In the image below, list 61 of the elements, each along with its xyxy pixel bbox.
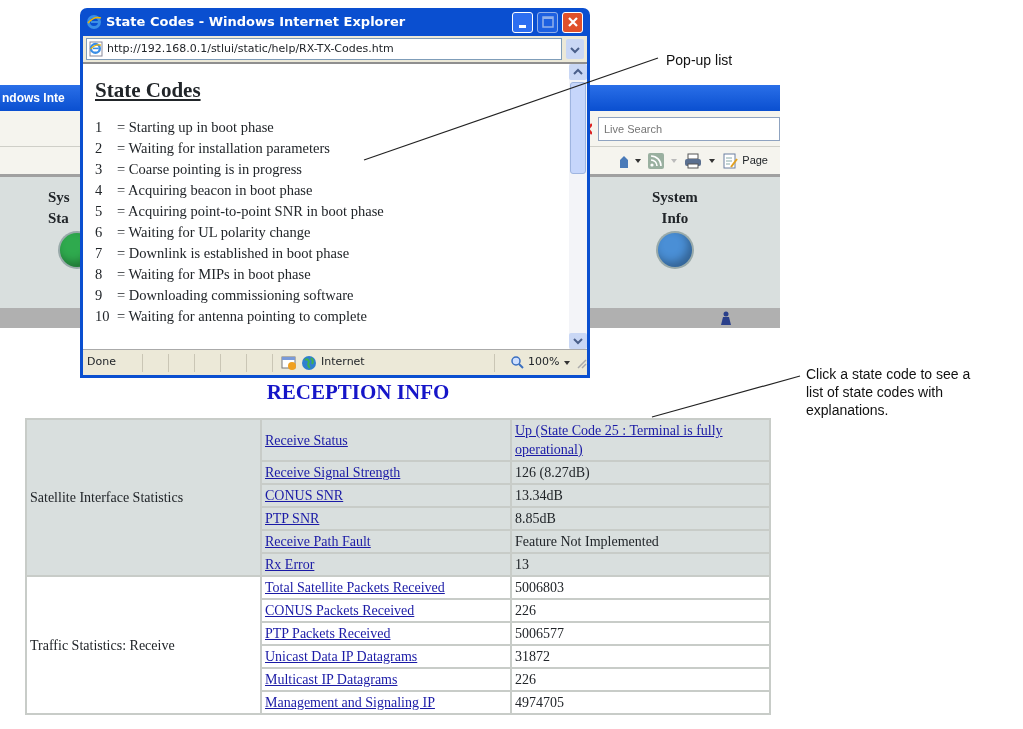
group-label: Traffic Statistics: Receive: [26, 576, 261, 714]
caret-icon[interactable]: [634, 156, 643, 165]
dropdown-icon[interactable]: [566, 39, 584, 59]
callout-text: Pop-up list: [666, 51, 733, 69]
maximize-button[interactable]: [537, 11, 558, 33]
search-field[interactable]: Live Search: [598, 116, 780, 141]
magnifier-icon: [511, 356, 524, 369]
section-heading: RECEPTION INFO: [266, 380, 451, 404]
group-label: Satellite Interface Statistics: [26, 419, 261, 576]
stat-value: 4974705: [515, 695, 564, 710]
stat-link[interactable]: PTP SNR: [265, 511, 320, 526]
state-code-entry: 5 = Acquiring point-to-point SNR in boot phase: [95, 202, 385, 222]
state-code-entry: 8 = Waiting for MIPs in boot phase: [95, 265, 312, 285]
stat-link[interactable]: Receive Status: [265, 432, 348, 448]
state-code-entry: 3 = Coarse pointing is in progress: [95, 160, 303, 180]
popup-blocked-icon: [281, 355, 297, 370]
page-icon: [89, 41, 103, 57]
resize-grip-icon[interactable]: [575, 356, 587, 369]
window-title: State Codes - Windows Internet Explorer: [106, 13, 407, 32]
feed-icon[interactable]: [648, 152, 665, 169]
state-code-entry: 7 = Downlink is established in boot phase: [95, 244, 351, 264]
scrollbar[interactable]: [569, 64, 587, 349]
scroll-thumb[interactable]: [570, 82, 586, 174]
stat-value: 126 (8.27dB): [515, 465, 590, 480]
state-code-entry: 6 = Waiting for UL polarity change: [95, 223, 312, 243]
state-code-entry: 9 = Downloading commissioning software: [95, 286, 355, 306]
stat-value: 5006577: [515, 626, 564, 641]
state-code-entry: 2 = Waiting for installation parameters: [95, 139, 331, 159]
printer-icon[interactable]: [684, 152, 703, 169]
stat-value: 13.34dB: [515, 488, 563, 503]
stat-value: Feature Not Implemented: [515, 534, 659, 549]
callout-text: Click a state code to see a list of state codes with explanations.: [806, 365, 972, 419]
zoom-control[interactable]: 100%: [495, 354, 575, 371]
minimize-icon: [519, 24, 526, 28]
stat-link[interactable]: Rx Error: [265, 557, 315, 572]
state-code-entry: 4 = Acquiring beacon in boot phase: [95, 181, 314, 201]
state-code-entry: 1 = Starting up in boot phase: [95, 118, 275, 138]
page-menu[interactable]: Page: [722, 152, 768, 169]
stat-value: 31872: [515, 649, 550, 664]
page-icon: [722, 152, 739, 169]
close-button[interactable]: [562, 11, 583, 33]
scroll-down-icon[interactable]: [569, 333, 587, 349]
status-text: Done: [87, 354, 116, 371]
scroll-up-icon[interactable]: [569, 64, 587, 80]
stat-value: 226: [515, 603, 536, 618]
address-field[interactable]: http://192.168.0.1/stlui/static/help/RX-TX-Codes.htm: [86, 38, 562, 60]
person-icon: [720, 311, 732, 325]
stat-value: 5006803: [515, 580, 564, 595]
maximize-icon: [541, 16, 554, 28]
browser-logo-icon: [86, 14, 102, 30]
zone-label: Internet: [321, 354, 365, 371]
nav-item[interactable]: System Info: [652, 187, 698, 267]
close-icon: [566, 16, 579, 28]
globe-icon: [301, 354, 317, 371]
stat-value: 8.85dB: [515, 511, 556, 526]
caret-icon[interactable]: [708, 156, 717, 165]
state-code-entry: 10 = Waiting for antenna pointing to complete: [95, 307, 368, 327]
stat-value: 226: [515, 672, 536, 687]
minimize-button[interactable]: [512, 11, 533, 33]
stat-value: 13: [515, 557, 529, 572]
caret-icon: [563, 358, 572, 367]
